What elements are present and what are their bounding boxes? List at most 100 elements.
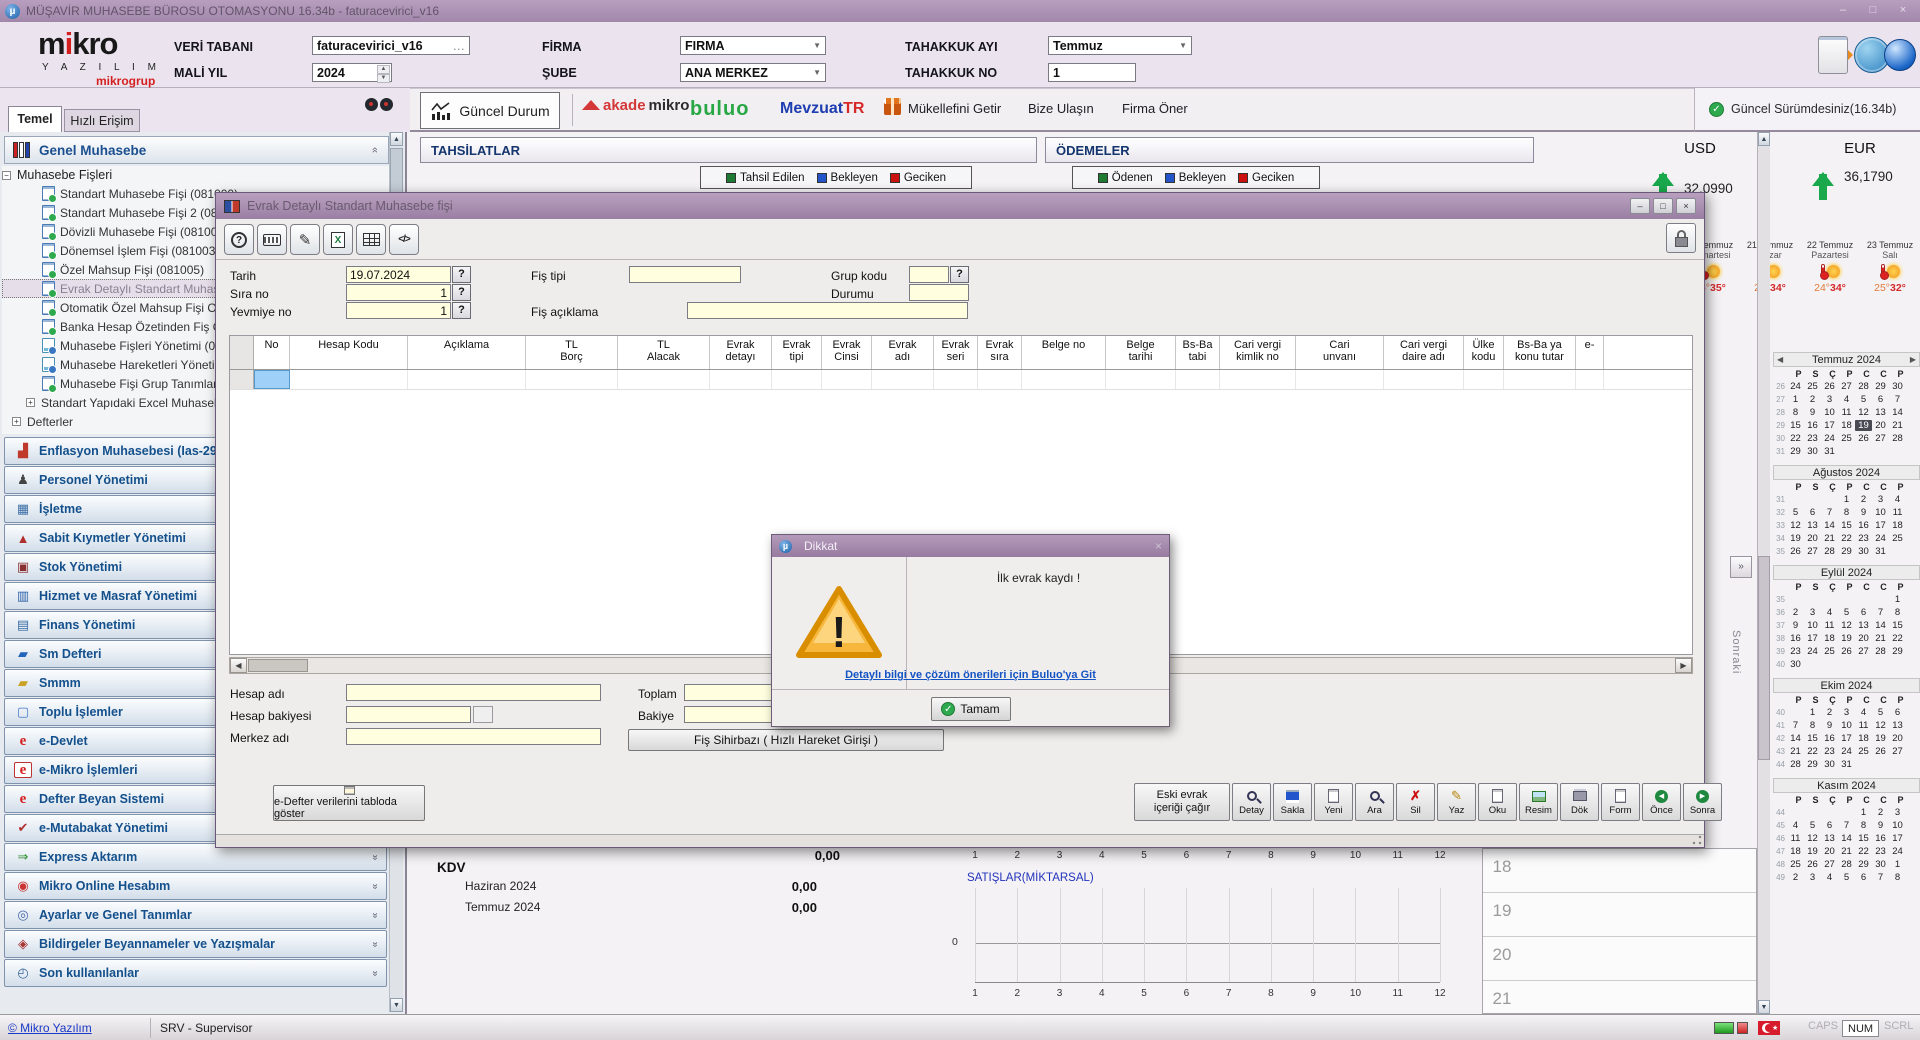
calendar-day[interactable]: 9 — [1787, 620, 1804, 631]
calendar-day[interactable]: 11 — [1821, 620, 1838, 631]
sidebar-section-17[interactable]: ◎Ayarlar ve Genel Tanımlar» — [4, 901, 387, 929]
sil-button[interactable]: ✗Sil — [1396, 783, 1435, 821]
calendar-day[interactable]: 21 — [1821, 533, 1838, 544]
calendar-day[interactable]: 31 — [1821, 446, 1838, 457]
calendar-day[interactable]: 28 — [1872, 646, 1889, 657]
calendar-day[interactable]: 5 — [1838, 872, 1855, 883]
column-header[interactable]: Evrak detayı — [710, 336, 772, 369]
calendar-day[interactable]: 6 — [1889, 707, 1906, 718]
calendar-day[interactable]: 22 — [1855, 846, 1872, 857]
calendar-day[interactable]: 2 — [1872, 807, 1889, 818]
excel-icon[interactable]: X — [323, 224, 353, 255]
calendar-day[interactable]: 31 — [1872, 546, 1889, 557]
calendar-day[interactable]: 19 — [1855, 420, 1872, 431]
maximize-button[interactable]: □ — [1862, 3, 1884, 18]
table-cell[interactable] — [1176, 370, 1220, 389]
calendar-day[interactable]: 29 — [1889, 646, 1906, 657]
calendar-day[interactable]: 24 — [1787, 381, 1804, 392]
sidebar-section-19[interactable]: ◴Son kullanılanlar» — [4, 959, 387, 987]
sidebar-header-genel-muhasebe[interactable]: Genel Muhasebe » — [4, 136, 389, 164]
calendar-day[interactable]: 10 — [1838, 720, 1855, 731]
calendar-day[interactable]: 30 — [1855, 546, 1872, 557]
calendar-day[interactable]: 15 — [1787, 420, 1804, 431]
calendar-day[interactable]: 3 — [1821, 394, 1838, 405]
column-header[interactable]: Cari vergi kimlik no — [1220, 336, 1296, 369]
calendar-day[interactable]: 30 — [1787, 659, 1804, 670]
calendar-day[interactable]: 21 — [1787, 746, 1804, 757]
lock-button[interactable] — [1666, 223, 1696, 253]
calendar-day[interactable]: 2 — [1855, 494, 1872, 505]
calendar-day[interactable]: 15 — [1855, 833, 1872, 844]
calendar-day[interactable]: 20 — [1855, 633, 1872, 644]
calendar-day[interactable]: 7 — [1889, 394, 1906, 405]
table-cell[interactable] — [710, 370, 772, 389]
calendar-day[interactable]: 17 — [1889, 833, 1906, 844]
tahakkuk-no-field[interactable]: 1 — [1048, 63, 1136, 82]
calendar-day[interactable]: 12 — [1787, 520, 1804, 531]
hesap-bakiyesi-extra-field[interactable] — [473, 706, 493, 723]
calendar-day[interactable]: 13 — [1855, 620, 1872, 631]
merkez-adi-field[interactable] — [346, 728, 601, 745]
expand-icon[interactable]: + — [12, 417, 21, 426]
calendar-day[interactable]: 8 — [1787, 407, 1804, 418]
guncel-durum-button[interactable]: Güncel Durum — [420, 92, 560, 129]
table-row[interactable] — [230, 370, 1692, 390]
table-cell[interactable] — [872, 370, 934, 389]
calendar-day[interactable]: 18 — [1889, 520, 1906, 531]
calendar-day[interactable]: 7 — [1787, 720, 1804, 731]
calendar-day[interactable]: 24 — [1872, 533, 1889, 544]
column-header[interactable]: Hesap Kodu — [290, 336, 408, 369]
column-header[interactable]: Cari unvanı — [1296, 336, 1384, 369]
calendar-next-icon[interactable]: ▶ — [1910, 355, 1916, 364]
chevron-down-icon[interactable]: » — [370, 912, 381, 918]
calendar-day[interactable]: 19 — [1872, 733, 1889, 744]
scroll-down-icon[interactable]: ▼ — [390, 998, 403, 1012]
calendar-day[interactable]: 14 — [1787, 733, 1804, 744]
mali-yil-field[interactable]: 2024 ▲▼ — [312, 63, 392, 82]
calendar-day[interactable]: 26 — [1787, 546, 1804, 557]
ara-button[interactable]: Ara — [1355, 783, 1394, 821]
calendar-day[interactable]: 30 — [1872, 859, 1889, 870]
calendar-day[interactable]: 4 — [1855, 707, 1872, 718]
scroll-up-icon[interactable]: ▲ — [1758, 132, 1770, 146]
calendar-day[interactable]: 27 — [1872, 433, 1889, 444]
dialog-close-button[interactable]: × — [1676, 198, 1696, 214]
calendar-day[interactable]: 19 — [1804, 846, 1821, 857]
fis-sihirbazi-button[interactable]: Fiş Sihirbazı ( Hızlı Hareket Girişi ) — [628, 729, 944, 751]
tamam-button[interactable]: ✓ Tamam — [931, 697, 1011, 721]
dök-button[interactable]: Dök — [1560, 783, 1599, 821]
scroll-up-icon[interactable]: ▲ — [390, 132, 403, 146]
scroll-left-icon[interactable]: ◀ — [230, 658, 247, 673]
table-cell[interactable] — [1384, 370, 1464, 389]
tree-root-muhasebe-fisleri[interactable]: −Muhasebe Fişleri — [2, 166, 389, 184]
hesap-bakiyesi-field[interactable] — [346, 706, 471, 723]
mevzuattr-logo[interactable]: MevzuatTR — [780, 100, 864, 118]
table-cell[interactable] — [408, 370, 526, 389]
calendar-day[interactable]: 2 — [1821, 707, 1838, 718]
calendar-day[interactable]: 22 — [1787, 433, 1804, 444]
oku-button[interactable]: Oku — [1478, 783, 1517, 821]
chevron-down-icon[interactable]: » — [370, 970, 381, 976]
calendar-day[interactable]: 23 — [1872, 846, 1889, 857]
calendar-day[interactable]: 25 — [1804, 381, 1821, 392]
calendar-day[interactable]: 17 — [1821, 420, 1838, 431]
tarih-lookup-button[interactable]: ? — [452, 266, 471, 283]
table-cell[interactable] — [526, 370, 618, 389]
table-cell[interactable] — [290, 370, 408, 389]
copyright-link[interactable]: © Mikro Yazılım — [8, 1021, 92, 1035]
calendar-day[interactable]: 7 — [1872, 872, 1889, 883]
calendar-day[interactable]: 17 — [1872, 520, 1889, 531]
calendar-day[interactable]: 25 — [1821, 646, 1838, 657]
main-scrollbar[interactable]: ▲ ▼ — [1757, 132, 1770, 1014]
calendar-day[interactable]: 8 — [1889, 872, 1906, 883]
calendar-day[interactable]: 12 — [1872, 720, 1889, 731]
calendar-day[interactable]: 14 — [1821, 520, 1838, 531]
calendar-day[interactable]: 15 — [1838, 520, 1855, 531]
calendar-day[interactable]: 31 — [1838, 759, 1855, 770]
calendar-day[interactable]: 28 — [1787, 759, 1804, 770]
veri-tabani-field[interactable]: faturacevirici_v16… — [312, 36, 470, 55]
calendar-day[interactable]: 5 — [1787, 507, 1804, 518]
calendar-day[interactable]: 22 — [1838, 533, 1855, 544]
calendar-day[interactable]: 18 — [1855, 733, 1872, 744]
sakla-button[interactable]: Sakla — [1273, 783, 1312, 821]
